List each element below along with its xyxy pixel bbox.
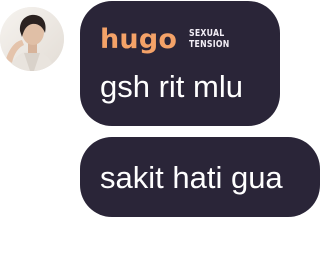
message-bubble-2[interactable]: sakit hati gua [80, 137, 320, 217]
avatar[interactable] [0, 7, 64, 71]
message-text: gsh rit mlu [100, 69, 243, 104]
sender-badge-line-1: SEXUAL [189, 28, 225, 39]
sender-header: hugo SEXUAL TENSION [100, 17, 260, 61]
sender-badge: SEXUAL TENSION [189, 28, 229, 50]
message-bubble-1[interactable]: hugo SEXUAL TENSION gsh rit mlu [80, 1, 280, 126]
user-avatar-photo-icon [0, 7, 64, 71]
chat-screen: hugo SEXUAL TENSION gsh rit mlu sakit ha… [0, 0, 320, 271]
sender-badge-line-2: TENSION [189, 39, 230, 50]
sender-name[interactable]: hugo [100, 26, 177, 53]
message-text: sakit hati gua [100, 159, 283, 195]
